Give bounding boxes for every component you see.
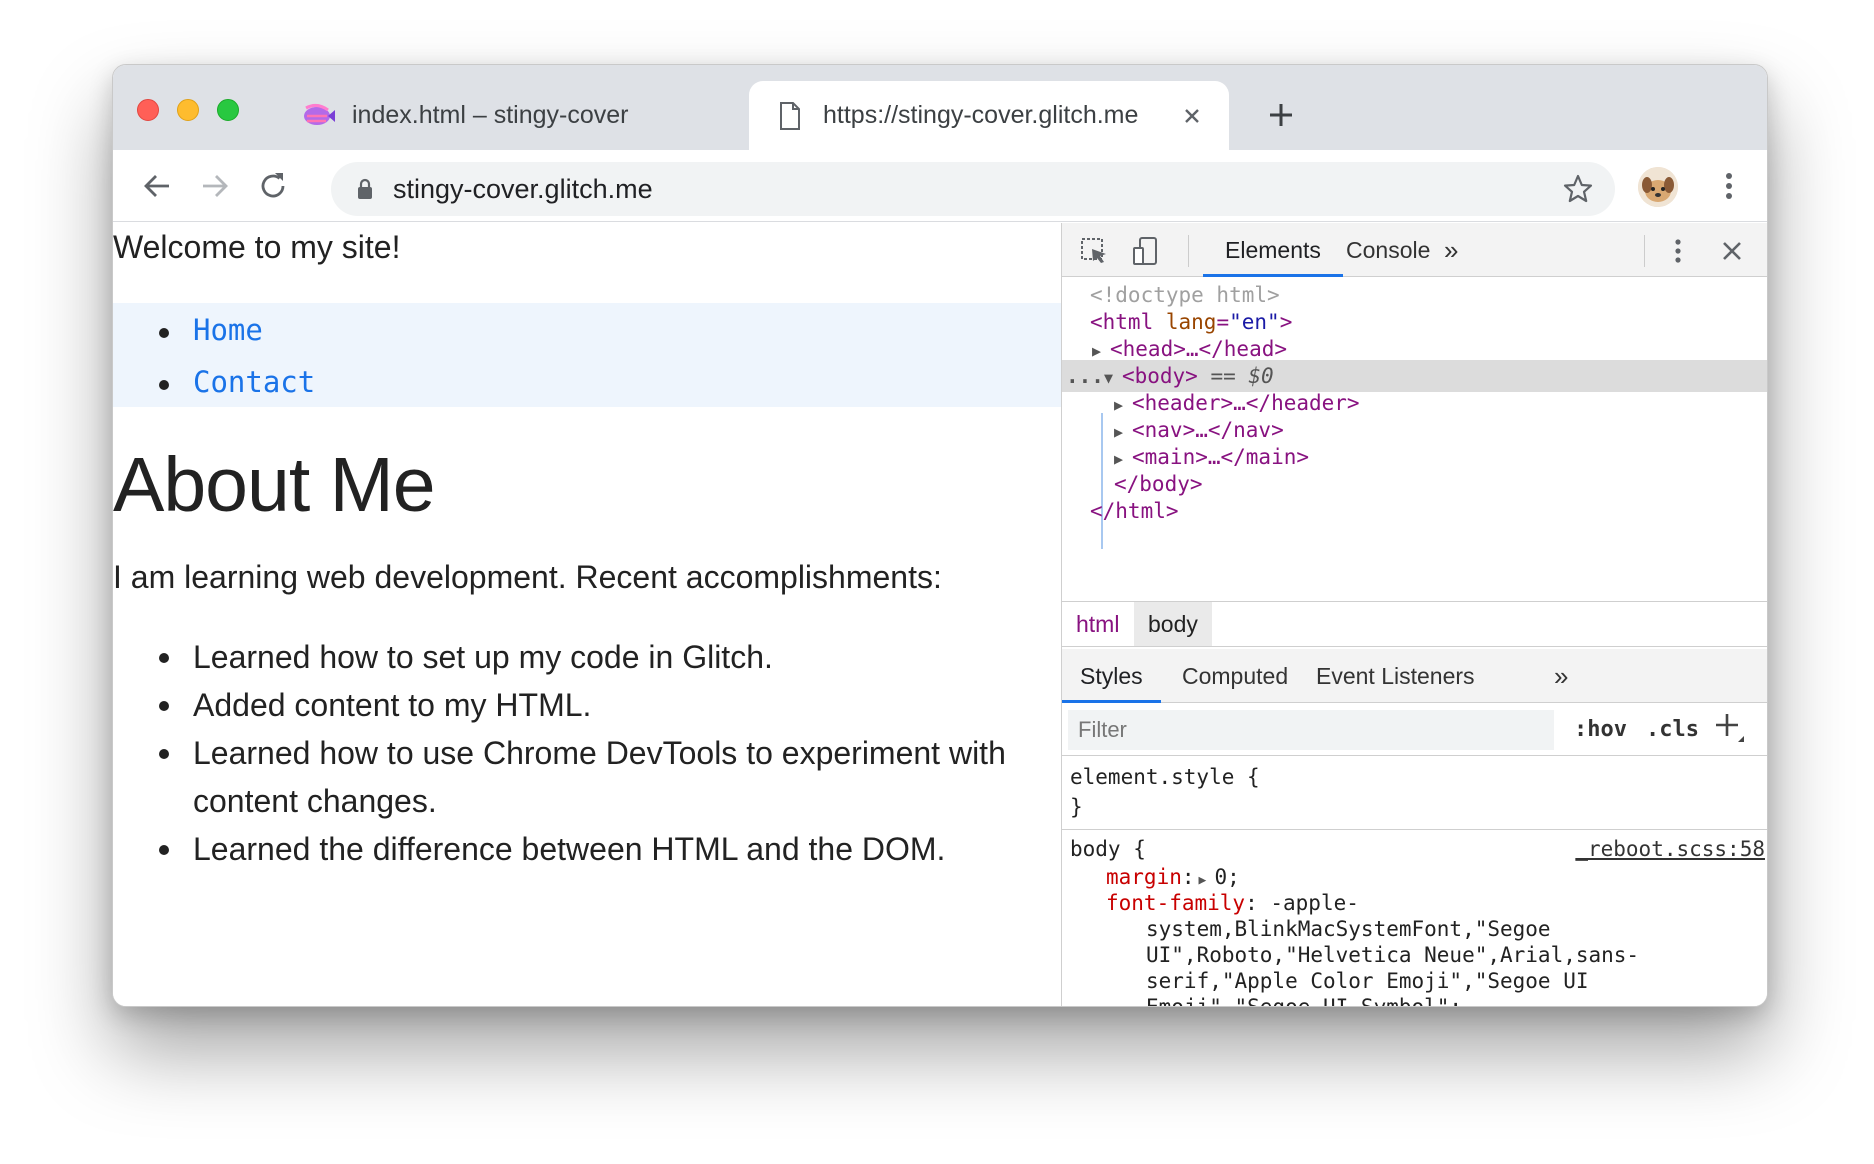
document-icon bbox=[773, 99, 807, 133]
browser-toolbar: stingy-cover.glitch.me bbox=[113, 150, 1767, 222]
nav-link-contact[interactable]: Contact bbox=[158, 365, 315, 399]
font-family-value-line: serif,"Apple Color Emoji","Segoe UI bbox=[1146, 969, 1589, 993]
margin-declaration[interactable]: margin: ▶ 0; bbox=[1106, 865, 1240, 889]
tab-title: index.html – stingy-cover bbox=[352, 101, 629, 129]
chrome-menu-kebab-icon[interactable] bbox=[1709, 166, 1749, 206]
nav-link-home[interactable]: Home bbox=[159, 313, 263, 347]
page-viewport: Welcome to my site! Home Contact About M… bbox=[113, 223, 1061, 1006]
browser-window: index.html – stingy-cover https://stingy… bbox=[112, 64, 1768, 1007]
list-item: Learned how to set up my code in Glitch. bbox=[159, 633, 1033, 681]
zoom-window-button[interactable] bbox=[217, 99, 239, 121]
address-bar[interactable]: stingy-cover.glitch.me bbox=[331, 162, 1615, 216]
expand-triangle-icon[interactable]: ▶ bbox=[1199, 873, 1215, 888]
glitch-fish-icon bbox=[302, 99, 336, 133]
more-tabs-chevron-icon[interactable]: » bbox=[1422, 223, 1480, 277]
tab-title: https://stingy-cover.glitch.me bbox=[823, 101, 1139, 129]
device-toolbar-icon[interactable] bbox=[1130, 235, 1162, 267]
styles-filter-row: Filter :hov .cls bbox=[1062, 704, 1767, 756]
styles-filter-input[interactable]: Filter bbox=[1068, 710, 1554, 750]
url-text[interactable]: stingy-cover.glitch.me bbox=[393, 174, 1563, 205]
inspect-element-icon[interactable] bbox=[1078, 235, 1110, 267]
body-rule-selector[interactable]: body { bbox=[1070, 837, 1146, 861]
font-family-value-line: system,BlinkMacSystemFont,"Segoe bbox=[1146, 917, 1551, 941]
font-family-value-line: UI",Roboto,"Helvetica Neue",Arial,sans- bbox=[1146, 943, 1640, 967]
lock-icon[interactable] bbox=[357, 178, 373, 200]
more-tabs-chevron-icon[interactable]: » bbox=[1536, 649, 1586, 703]
bookmark-star-icon[interactable] bbox=[1563, 174, 1593, 204]
element-style-selector[interactable]: element.style { bbox=[1070, 765, 1260, 789]
minimize-window-button[interactable] bbox=[177, 99, 199, 121]
breadcrumb-html[interactable]: html bbox=[1062, 602, 1133, 646]
new-tab-plus-icon[interactable] bbox=[1263, 97, 1299, 133]
back-arrow-icon[interactable] bbox=[137, 166, 177, 206]
list-item: Learned the difference between HTML and … bbox=[159, 825, 1033, 873]
breadcrumb-body[interactable]: body bbox=[1134, 602, 1212, 646]
source-link[interactable]: _reboot.scss:58 bbox=[1575, 837, 1765, 861]
class-toggle[interactable]: .cls bbox=[1646, 710, 1699, 750]
tab-elements[interactable]: Elements bbox=[1203, 223, 1343, 277]
profile-avatar[interactable] bbox=[1638, 167, 1678, 207]
site-nav: Home Contact bbox=[113, 303, 1061, 407]
new-style-rule-plus-icon[interactable] bbox=[1716, 708, 1744, 748]
element-style-close: } bbox=[1070, 795, 1083, 819]
dom-tree: <!doctype html> <html lang="en"> ▶ <head>… bbox=[1062, 278, 1767, 600]
close-devtools-icon[interactable] bbox=[1716, 235, 1748, 267]
tab-event-listeners[interactable]: Event Listeners bbox=[1298, 649, 1493, 703]
font-family-value-line: Emoji","Segoe UI Symbol"; bbox=[1146, 995, 1463, 1007]
close-window-button[interactable] bbox=[137, 99, 159, 121]
styles-tabbar: Styles Computed Event Listeners » bbox=[1062, 649, 1767, 703]
list-item: Learned how to use Chrome DevTools to ex… bbox=[159, 729, 1033, 825]
tab-strip: index.html – stingy-cover https://stingy… bbox=[113, 65, 1767, 150]
devtools-panel: Elements Console » <!doctype html> <html… bbox=[1061, 223, 1767, 1007]
intro-text: I am learning web development. Recent ac… bbox=[113, 559, 942, 595]
close-tab-icon[interactable] bbox=[1177, 101, 1207, 131]
page-heading: About Me bbox=[113, 442, 436, 528]
welcome-text: Welcome to my site! bbox=[113, 229, 401, 265]
list-item: Added content to my HTML. bbox=[159, 681, 1033, 729]
font-family-declaration[interactable]: font-family: -apple- bbox=[1106, 891, 1359, 915]
tab-styles[interactable]: Styles bbox=[1062, 649, 1161, 703]
devtools-menu-kebab-icon[interactable] bbox=[1662, 235, 1694, 267]
reload-icon[interactable] bbox=[253, 166, 293, 206]
dom-node-html-close[interactable]: </html> bbox=[1062, 495, 1767, 527]
hover-state-toggle[interactable]: :hov bbox=[1574, 710, 1627, 750]
tab-stingy-cover[interactable]: https://stingy-cover.glitch.me bbox=[749, 81, 1229, 150]
forward-arrow-icon[interactable] bbox=[195, 166, 235, 206]
devtools-tabbar: Elements Console » bbox=[1062, 223, 1767, 277]
tab-computed[interactable]: Computed bbox=[1164, 649, 1306, 703]
accomplishments-list: Learned how to set up my code in Glitch.… bbox=[159, 633, 1033, 873]
breadcrumb: html body bbox=[1062, 601, 1767, 647]
